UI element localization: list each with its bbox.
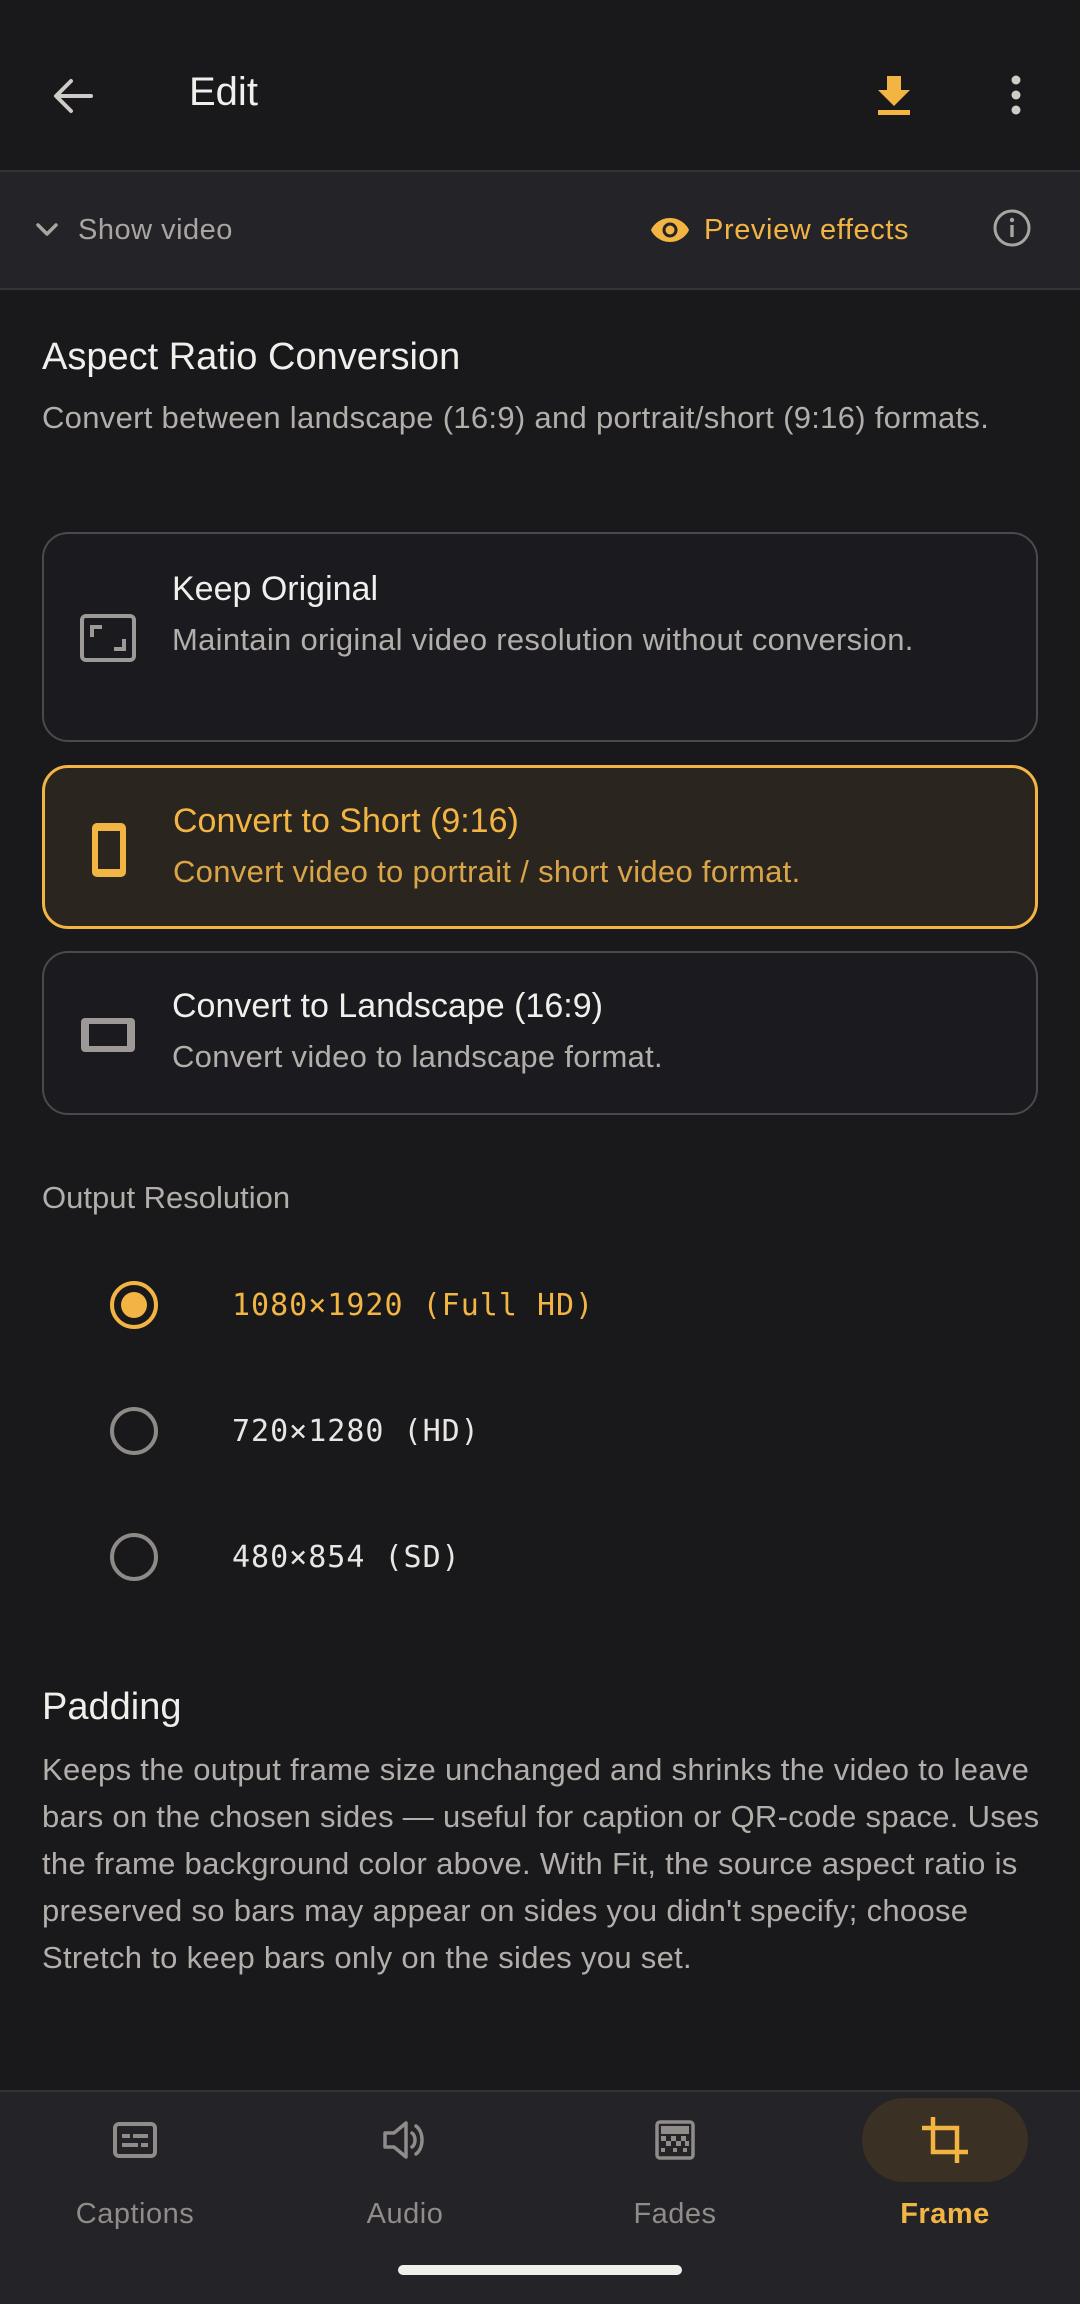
radio-button[interactable]: [110, 1407, 158, 1455]
show-video-toggle[interactable]: Show video: [36, 202, 233, 258]
gesture-home-indicator[interactable]: [398, 2265, 682, 2275]
resolution-label: 720×1280 (HD): [232, 1413, 480, 1449]
nav-label: Fades: [633, 2198, 717, 2230]
chevron-down-icon: [36, 223, 58, 236]
phone-portrait-icon: [79, 820, 139, 880]
speaker-icon: [322, 2098, 488, 2182]
nav-item-captions[interactable]: Captions: [0, 2092, 270, 2272]
nav-item-frame[interactable]: Frame: [810, 2092, 1080, 2272]
option-keep-original[interactable]: Keep Original Maintain original video re…: [42, 532, 1038, 742]
aspect-ratio-description: Convert between landscape (16:9) and por…: [42, 400, 990, 435]
preview-effects-label: Preview effects: [704, 213, 910, 246]
padding-heading: Padding: [42, 1686, 182, 1728]
resolution-label: 1080×1920 (Full HD): [232, 1287, 595, 1323]
radio-button-selected[interactable]: [110, 1281, 158, 1329]
eye-icon: [651, 218, 689, 242]
arrow-left-icon: [54, 79, 93, 113]
radio-button[interactable]: [110, 1533, 158, 1581]
resolution-option-720[interactable]: 720×1280 (HD): [110, 1396, 480, 1466]
landscape-icon: [78, 1005, 138, 1065]
download-button[interactable]: [864, 60, 924, 130]
info-icon: [993, 209, 1031, 247]
show-video-label: Show video: [78, 213, 233, 246]
option-subtitle: Maintain original video resolution witho…: [172, 622, 914, 657]
resolution-label: 480×854 (SD): [232, 1539, 461, 1575]
nav-label: Captions: [75, 2198, 195, 2230]
captions-icon: [52, 2098, 218, 2182]
page-title: Edit: [189, 70, 258, 114]
resolution-option-480[interactable]: 480×854 (SD): [110, 1522, 461, 1592]
info-button[interactable]: [992, 208, 1032, 248]
option-title: Keep Original: [172, 570, 379, 608]
crop-icon: [862, 2098, 1028, 2182]
option-title: Convert to Landscape (16:9): [172, 987, 603, 1025]
aspect-ratio-icon: [78, 608, 138, 668]
nav-label: Audio: [366, 2198, 444, 2230]
preview-effects-button[interactable]: Preview effects: [650, 200, 909, 260]
option-convert-landscape[interactable]: Convert to Landscape (16:9) Convert vide…: [42, 951, 1038, 1115]
option-convert-short[interactable]: Convert to Short (9:16) Convert video to…: [42, 765, 1038, 929]
output-resolution-heading: Output Resolution: [42, 1180, 291, 1215]
resolution-option-1080[interactable]: 1080×1920 (Full HD): [110, 1270, 594, 1340]
top-app-bar: Edit: [0, 0, 1080, 170]
preview-toolbar: Show video Preview effects: [0, 170, 1080, 290]
nav-label: Frame: [900, 2198, 990, 2230]
option-subtitle: Convert video to portrait / short video …: [173, 854, 801, 889]
back-button[interactable]: [40, 58, 106, 134]
nav-item-fades[interactable]: Fades: [540, 2092, 810, 2272]
more-vertical-icon: [1011, 75, 1021, 115]
option-title: Convert to Short (9:16): [173, 802, 519, 840]
option-subtitle: Convert video to landscape format.: [172, 1039, 663, 1074]
fades-icon: [592, 2098, 758, 2182]
more-options-button[interactable]: [990, 60, 1042, 130]
download-icon: [878, 76, 910, 115]
padding-description: Keeps the output frame size unchanged an…: [42, 1752, 1040, 1975]
nav-item-audio[interactable]: Audio: [270, 2092, 540, 2272]
aspect-ratio-heading: Aspect Ratio Conversion: [42, 336, 461, 378]
app-root: Edit Show video Preview effects Aspect R…: [0, 0, 1080, 2304]
